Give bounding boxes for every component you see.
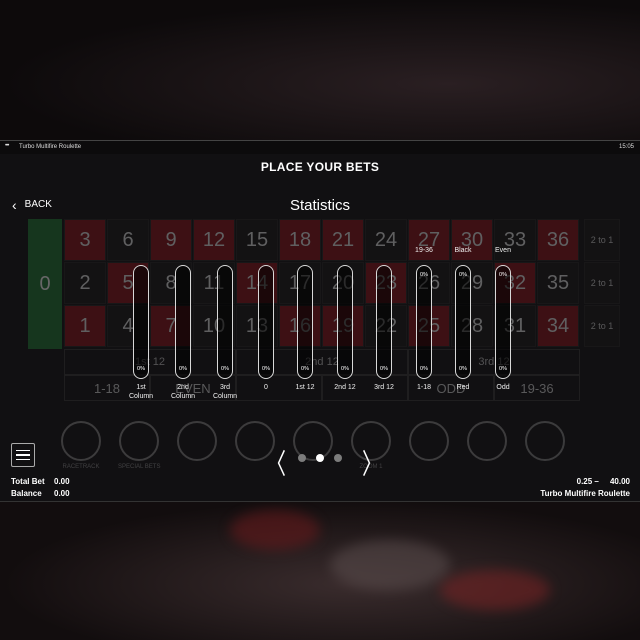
stat-top-percent: 0% bbox=[499, 272, 507, 278]
stat-bar: 0% 1st 12 bbox=[285, 247, 325, 392]
stat-label: 3rd 12 bbox=[374, 384, 394, 391]
stat-label: 2nd 12 bbox=[334, 384, 356, 391]
stat-top-label bbox=[246, 247, 286, 261]
stat-bar: Even 0% 0% Odd bbox=[483, 247, 523, 392]
stat-top-label bbox=[285, 247, 325, 261]
game-name: Turbo Multifire Roulette bbox=[540, 489, 630, 498]
stat-bottom-percent: 0% bbox=[221, 366, 229, 372]
total-bet-value: 0.00 bbox=[54, 477, 70, 486]
stat-bar: 0% 3rd Column bbox=[205, 247, 245, 401]
stat-label: 1-18 bbox=[416, 384, 431, 391]
stat-bar: 0% 0 bbox=[246, 247, 286, 392]
stat-label: 2nd Column bbox=[170, 384, 196, 400]
stat-bar: 19-36 0% 0% 1-18 bbox=[404, 247, 444, 392]
stat-track: 0% bbox=[133, 265, 149, 379]
stat-bottom-percent: 0% bbox=[420, 366, 428, 372]
balance-value: 0.00 bbox=[54, 489, 70, 498]
stat-bar: 0% 1st Column bbox=[121, 247, 161, 401]
stat-track: 0% bbox=[337, 265, 353, 379]
stat-track: 0% bbox=[376, 265, 392, 379]
stat-top-percent: 0% bbox=[420, 272, 428, 278]
stat-bar: 0% 3rd 12 bbox=[364, 247, 404, 392]
stat-track: 0% 0% bbox=[455, 265, 471, 379]
hamburger-menu-button[interactable] bbox=[11, 443, 35, 467]
stat-track: 0% 0% bbox=[495, 265, 511, 379]
stat-bottom-percent: 0% bbox=[499, 366, 507, 372]
stat-label: 1st 12 bbox=[295, 384, 315, 391]
stat-bottom-percent: 0% bbox=[137, 366, 145, 372]
stat-bottom-percent: 0% bbox=[459, 366, 467, 372]
stat-bar: 0% 2nd Column bbox=[163, 247, 203, 401]
stat-bar: Black 0% 0% Red bbox=[443, 247, 483, 392]
stat-top-label bbox=[121, 247, 161, 261]
stat-top-label bbox=[205, 247, 245, 261]
pager-next-button[interactable]: 〉 bbox=[362, 441, 382, 482]
pager-dot[interactable] bbox=[334, 454, 342, 462]
stat-bottom-percent: 0% bbox=[341, 366, 349, 372]
stat-bottom-percent: 0% bbox=[380, 366, 388, 372]
stat-bottom-percent: 0% bbox=[179, 366, 187, 372]
stat-label: 0 bbox=[264, 384, 268, 391]
statistics-bars: 0% 1st Column 0% 2nd Column 0% 3rd Column 0% 0 0% 1s… bbox=[0, 141, 640, 501]
stat-top-label: Black bbox=[454, 247, 472, 254]
stat-track: 0% bbox=[258, 265, 274, 379]
stat-label: Red bbox=[456, 384, 470, 391]
stat-top-label bbox=[325, 247, 365, 261]
stat-track: 0% bbox=[297, 265, 313, 379]
stat-track: 0% 0% bbox=[416, 265, 432, 379]
stat-bar: 0% 2nd 12 bbox=[325, 247, 365, 392]
stat-label: Odd bbox=[496, 384, 510, 391]
stat-bottom-percent: 0% bbox=[301, 366, 309, 372]
game-info: 0.25 – 40.00 Turbo Multifire Roulette bbox=[540, 477, 630, 501]
game-window: ••• Turbo Multifire Roulette 15:05 PLACE… bbox=[0, 140, 640, 502]
pager-dot[interactable] bbox=[298, 454, 306, 462]
stat-top-percent: 0% bbox=[459, 272, 467, 278]
background-top bbox=[0, 0, 640, 140]
bet-info: Total Bet 0.00 Balance 0.00 bbox=[11, 477, 70, 501]
background-bottom bbox=[0, 500, 640, 640]
stat-track: 0% bbox=[175, 265, 191, 379]
stat-top-label: 19-36 bbox=[415, 247, 433, 254]
stat-top-label bbox=[163, 247, 203, 261]
balance-label: Balance bbox=[11, 489, 42, 498]
stat-track: 0% bbox=[217, 265, 233, 379]
stat-label: 3rd Column bbox=[212, 384, 238, 400]
total-bet-label: Total Bet bbox=[11, 477, 45, 486]
stat-top-label bbox=[364, 247, 404, 261]
bet-limits: 0.25 – 40.00 bbox=[576, 477, 630, 486]
pager-prev-button[interactable]: 〈 bbox=[266, 441, 286, 482]
stat-top-label: Even bbox=[495, 247, 511, 254]
pager-dot-active[interactable] bbox=[316, 454, 324, 462]
stat-label: 1st Column bbox=[128, 384, 154, 400]
stat-bottom-percent: 0% bbox=[262, 366, 270, 372]
